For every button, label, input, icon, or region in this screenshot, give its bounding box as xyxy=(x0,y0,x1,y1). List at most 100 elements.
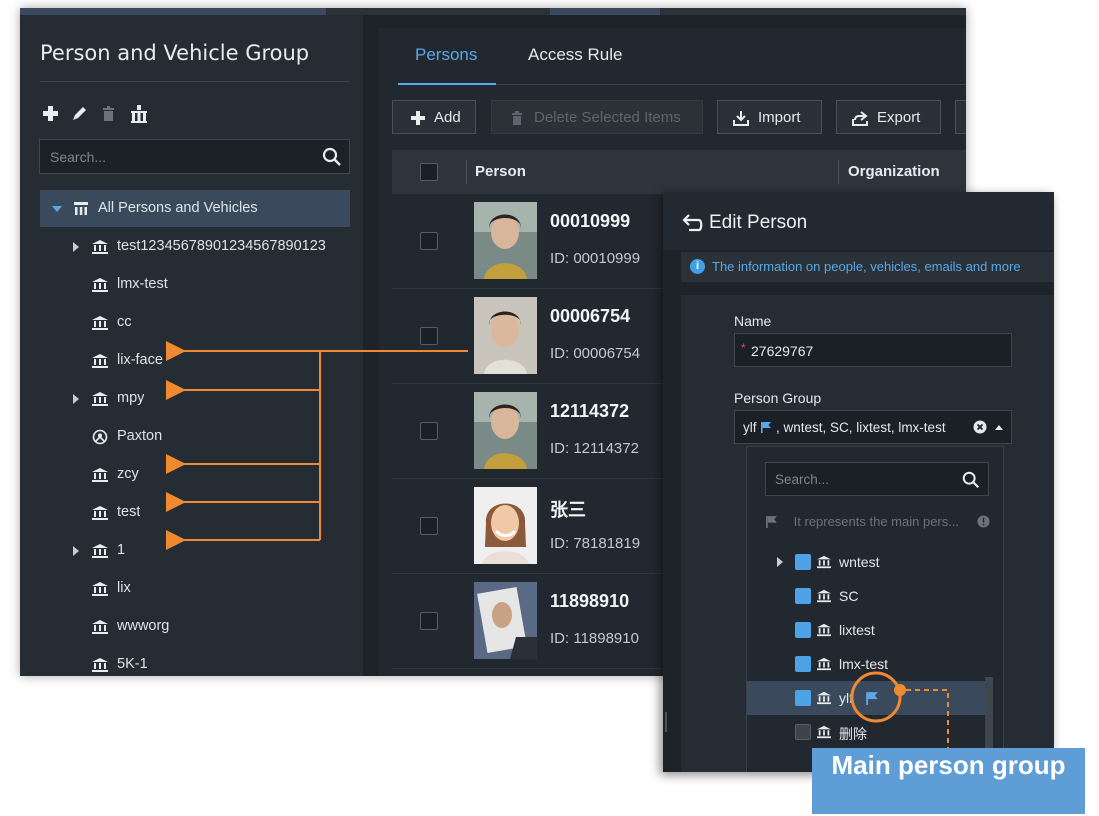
row-checkbox[interactable] xyxy=(420,422,438,440)
chevron-down-icon[interactable] xyxy=(52,206,62,212)
dropdown-item-sc[interactable]: SC xyxy=(747,579,987,613)
export-icon xyxy=(852,111,868,126)
building-icon xyxy=(92,354,108,368)
building-icon xyxy=(92,468,108,482)
edit-icon[interactable] xyxy=(69,103,91,125)
building-icon xyxy=(92,582,108,596)
paxton-icon xyxy=(92,429,108,445)
edit-person-window: Edit Person i The information on people,… xyxy=(663,192,1054,772)
plus-icon xyxy=(411,111,425,125)
person-photo xyxy=(474,487,537,564)
tree-item[interactable]: 1 xyxy=(40,532,350,569)
trash-icon xyxy=(512,111,522,125)
tree-item[interactable]: lix xyxy=(40,570,350,607)
tree-item-label: lix xyxy=(117,580,131,596)
clear-icon[interactable] xyxy=(973,420,987,434)
tree-item[interactable]: lix-face xyxy=(40,342,350,379)
import-icon xyxy=(733,111,749,126)
person-id: ID: 78181819 xyxy=(550,535,641,552)
building-icon xyxy=(92,658,108,672)
tree-item-label: cc xyxy=(117,314,132,330)
dropdown-item-lixtest[interactable]: lixtest xyxy=(747,613,987,647)
checkbox-checked[interactable] xyxy=(795,690,811,706)
row-checkbox[interactable] xyxy=(420,517,438,535)
organization-icon[interactable] xyxy=(128,103,150,125)
tab-access-rule[interactable]: Access Rule xyxy=(528,45,622,65)
tree-item-label: lmx-test xyxy=(117,276,168,292)
tree-item-label: All Persons and Vehicles xyxy=(98,200,258,216)
delete-selected-button[interactable]: Delete Selected Items xyxy=(491,100,703,134)
resize-handle[interactable] xyxy=(665,712,667,732)
person-group-dropdown: Search... It represents the main pers...… xyxy=(746,446,1004,772)
panel-title: Person and Vehicle Group xyxy=(40,41,310,65)
tree-item[interactable]: test12345678901234567890123 xyxy=(40,228,350,265)
checkbox-unchecked[interactable] xyxy=(795,724,811,740)
dropdown-item-ylf[interactable]: ylf xyxy=(747,681,987,715)
divider xyxy=(40,81,350,82)
chevron-right-icon[interactable] xyxy=(73,394,79,404)
chevron-right-icon[interactable] xyxy=(777,557,783,567)
dropdown-item-delete[interactable]: 删除 xyxy=(747,715,987,749)
add-button[interactable]: Add xyxy=(392,100,476,134)
tree-item-label: zcy xyxy=(117,466,139,482)
tree-item-all-persons[interactable]: All Persons and Vehicles xyxy=(40,190,350,227)
delete-icon[interactable] xyxy=(98,103,120,125)
name-value: 27629767 xyxy=(751,343,814,359)
edit-person-form: Name * 27629767 Person Group ylf , wntes… xyxy=(681,295,1054,772)
tree-item-label: lix-face xyxy=(117,352,163,368)
add-icon[interactable] xyxy=(40,103,62,125)
search-placeholder: Search... xyxy=(50,149,107,165)
flag-icon xyxy=(766,516,777,528)
person-group-select[interactable]: ylf , wntest, SC, lixtest, lmx-test xyxy=(734,410,1012,444)
person-name: 00006754 xyxy=(550,306,631,326)
building-icon xyxy=(92,620,108,634)
tree-item[interactable]: cc xyxy=(40,304,350,341)
person-id: ID: 12114372 xyxy=(550,440,639,457)
building-icon xyxy=(817,725,831,739)
info-text: The information on people, vehicles, ema… xyxy=(712,259,1021,274)
person-name: 11898910 xyxy=(550,591,630,611)
tree-item[interactable]: mpy xyxy=(40,380,350,417)
tree-item[interactable]: 5K-1 xyxy=(40,646,350,676)
checkbox-checked[interactable] xyxy=(795,656,811,672)
tree-item-label: wwworg xyxy=(117,618,170,634)
chevron-up-icon[interactable] xyxy=(994,423,1004,431)
name-field[interactable]: * 27629767 xyxy=(734,333,1012,367)
back-icon[interactable] xyxy=(681,212,703,232)
org-tree-icon xyxy=(74,202,88,215)
dropdown-search-input[interactable]: Search... xyxy=(765,462,989,496)
row-checkbox[interactable] xyxy=(420,327,438,345)
building-icon xyxy=(92,240,108,254)
building-icon xyxy=(817,623,831,637)
dropdown-item-wntest[interactable]: wntest xyxy=(747,545,987,579)
checkbox-checked[interactable] xyxy=(795,588,811,604)
person-photo xyxy=(474,297,537,374)
help-icon[interactable] xyxy=(977,515,990,528)
tree-item[interactable]: lmx-test xyxy=(40,266,350,303)
info-icon: i xyxy=(690,259,705,274)
group-search-input[interactable]: Search... xyxy=(39,139,350,174)
search-icon[interactable] xyxy=(321,146,343,168)
select-all-checkbox[interactable] xyxy=(420,163,438,181)
main-group-flag-icon[interactable] xyxy=(865,691,879,705)
chevron-right-icon[interactable] xyxy=(73,546,79,556)
building-icon xyxy=(92,544,108,558)
tree-item[interactable]: wwworg xyxy=(40,608,350,645)
checkbox-checked[interactable] xyxy=(795,554,811,570)
row-checkbox[interactable] xyxy=(420,232,438,250)
more-button[interactable] xyxy=(955,100,966,134)
row-checkbox[interactable] xyxy=(420,612,438,630)
export-button[interactable]: Export xyxy=(836,100,941,134)
tab-persons[interactable]: Persons xyxy=(415,45,477,65)
tree-item[interactable]: zcy xyxy=(40,456,350,493)
dropdown-item-lmx-test[interactable]: lmx-test xyxy=(747,647,987,681)
checkbox-checked[interactable] xyxy=(795,622,811,638)
name-label: Name xyxy=(734,313,772,329)
search-icon[interactable] xyxy=(961,470,981,490)
annotation-label: Main person group xyxy=(812,748,1085,814)
tree-item[interactable]: Paxton xyxy=(40,418,350,455)
chevron-right-icon[interactable] xyxy=(73,242,79,252)
tree-item[interactable]: test xyxy=(40,494,350,531)
import-button[interactable]: Import xyxy=(717,100,822,134)
person-id: ID: 00010999 xyxy=(550,250,641,267)
